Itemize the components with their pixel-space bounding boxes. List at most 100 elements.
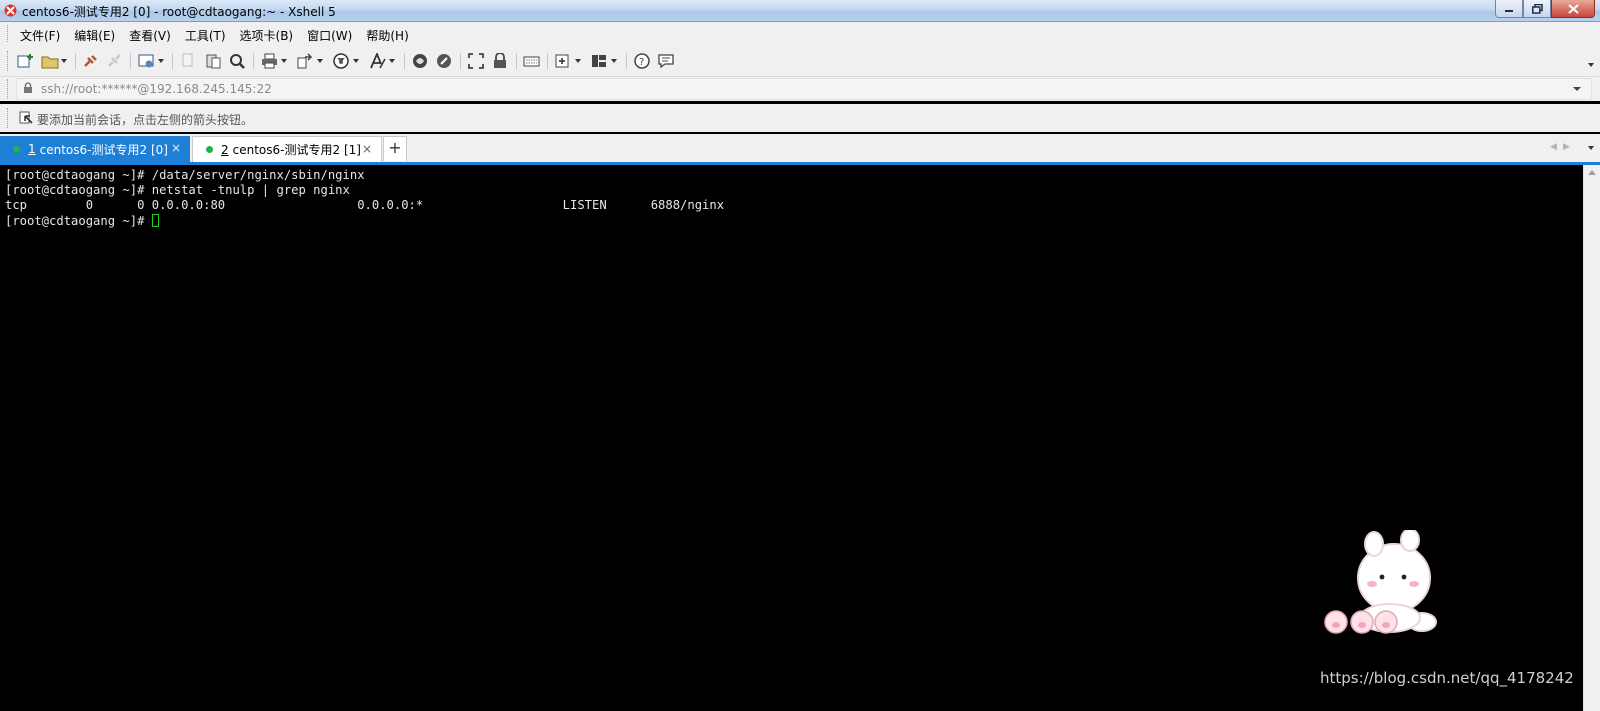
close-button[interactable] [1551,0,1595,18]
toolbar: ? [0,45,1600,77]
restore-button[interactable] [1523,0,1551,18]
xshell-app-icon[interactable] [4,4,17,17]
font-icon [370,53,386,69]
connect-button[interactable] [82,52,100,70]
tab-session-2[interactable]: 2 centos6-测试专用2 [1] × [192,136,382,162]
window-controls [1495,0,1595,18]
tab-session-1[interactable]: 1 centos6-测试专用2 [0] × [0,136,190,162]
layout-button[interactable] [591,52,617,70]
menu-edit[interactable]: 编辑(E) [67,26,122,45]
open-button[interactable] [41,52,67,70]
print-button[interactable] [261,52,287,70]
terminal-cursor [151,213,159,227]
minimize-icon [1505,9,1513,12]
new-session-icon [17,54,33,68]
menu-tab[interactable]: 选项卡(B) [233,26,301,45]
terminal-prompt: [root@cdtaogang ~]# [5,213,152,228]
transfer-icon [297,53,313,69]
session-tab-bar: 1 centos6-测试专用2 [0] × 2 centos6-测试专用2 [1… [0,134,1600,165]
toolbar-separator [516,53,517,69]
globe-icon [333,53,349,69]
address-bar: ssh://root:******@192.168.245.145:22 [0,77,1600,101]
menu-help[interactable]: 帮助(H) [359,26,415,45]
font-button[interactable] [369,52,395,70]
tab-close-icon[interactable]: × [171,141,181,155]
address-input[interactable]: ssh://root:******@192.168.245.145:22 [16,78,1592,100]
menu-window[interactable]: 窗口(W) [300,26,359,45]
toolbar-overflow-icon[interactable] [1588,63,1594,67]
compose-dropdown-icon [575,59,581,63]
xftp-button[interactable] [412,52,430,70]
tab-scroll-right-icon[interactable]: ▶ [1563,142,1570,152]
xftp-icon [413,54,427,68]
toolbar-separator [404,53,405,69]
close-icon [1567,3,1579,14]
watermark-text: https://blog.csdn.net/qq_4178242 [1320,669,1574,687]
new-tab-button[interactable]: + [383,136,407,161]
menu-file[interactable]: 文件(F) [13,26,67,45]
copy-button[interactable] [181,52,199,70]
compose-icon [555,54,569,68]
address-dropdown-icon[interactable] [1573,87,1581,91]
chat-icon [658,54,674,69]
terminal-screen[interactable]: [root@cdtaogang ~]# /data/server/nginx/s… [0,165,1583,711]
transfer-dropdown-icon [317,59,323,63]
add-session-arrow-icon[interactable] [19,111,33,125]
minimize-button[interactable] [1495,0,1523,18]
open-folder-icon [41,56,59,69]
help-icon: ? [634,53,650,69]
hint-text: 要添加当前会话，点击左侧的箭头按钮。 [37,113,254,127]
toolbar-grip[interactable] [7,51,9,71]
new-session-button[interactable] [17,52,35,70]
find-icon [230,54,245,69]
settings-dropdown-icon [158,59,164,63]
toolbar-separator [626,53,627,69]
keyboard-button[interactable] [523,52,541,70]
terminal-line: [root@cdtaogang ~]# /data/server/nginx/s… [5,168,365,182]
print-icon [262,53,277,69]
find-button[interactable] [229,52,247,70]
chat-button[interactable] [658,52,676,70]
paste-icon [206,54,221,69]
title-bar[interactable]: centos6-测试专用2 [0] - root@cdtaogang:~ - X… [0,0,1600,22]
tab-list-dropdown-icon[interactable] [1588,146,1594,150]
tab-number: 1 [28,142,36,156]
globe-dropdown-icon [353,59,359,63]
lock-icon [494,53,506,68]
layout-icon [592,55,606,67]
transfer-button[interactable] [297,52,323,70]
help-button[interactable]: ? [634,52,652,70]
scroll-up-icon[interactable] [1588,170,1596,175]
address-lock-icon [24,82,32,93]
session-settings-button[interactable] [138,52,164,70]
menu-grip[interactable] [7,25,9,42]
toolbar-separator [460,53,461,69]
compose-button[interactable] [555,52,581,70]
hint-grip[interactable] [7,108,9,128]
menu-bar: 文件(F) 编辑(E) 查看(V) 工具(T) 选项卡(B) 窗口(W) 帮助(… [0,22,1600,45]
connected-status-icon [206,146,213,153]
tab-close-icon[interactable]: × [362,142,372,156]
tab-scroll-left-icon[interactable]: ◀ [1550,142,1557,152]
open-dropdown-icon [61,59,67,63]
globe-button[interactable] [333,52,359,70]
fullscreen-icon [468,53,484,69]
keyboard-icon [523,56,540,67]
tab-number: 2 [221,142,229,157]
terminal-scrollbar[interactable] [1583,165,1600,711]
restore-icon [1531,3,1543,14]
disconnect-button[interactable] [106,52,124,70]
disconnect-icon [108,54,121,67]
address-grip[interactable] [7,79,9,99]
lock-button[interactable] [492,52,510,70]
fullscreen-button[interactable] [468,52,486,70]
menu-view[interactable]: 查看(V) [122,26,178,45]
address-value: ssh://root:******@192.168.245.145:22 [41,82,272,96]
connected-status-icon [13,145,20,153]
menu-items: 文件(F) 编辑(E) 查看(V) 工具(T) 选项卡(B) 窗口(W) 帮助(… [13,26,416,45]
menu-tools[interactable]: 工具(T) [178,26,233,45]
terminal-prompt-line: [root@cdtaogang ~]# [5,213,724,229]
paste-button[interactable] [205,52,223,70]
script-button[interactable] [436,52,454,70]
toolbar-separator [172,53,173,69]
